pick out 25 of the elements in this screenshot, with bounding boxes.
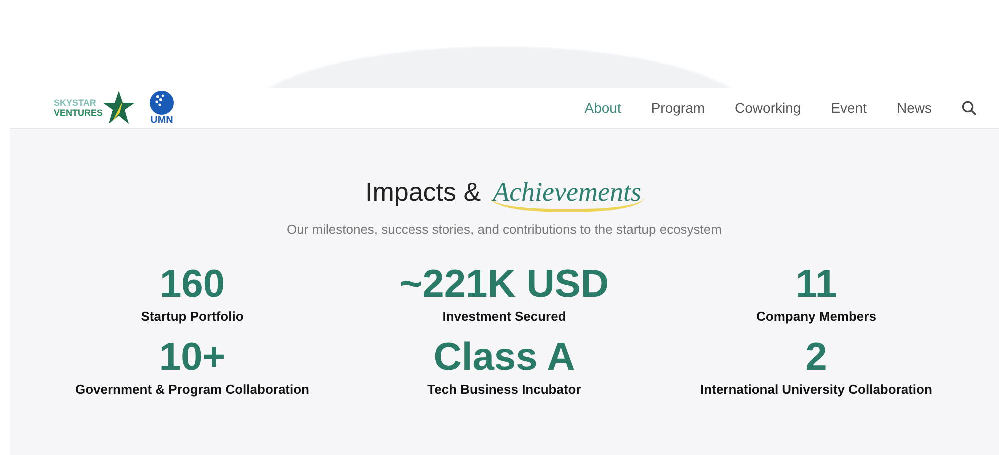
brand-wordmark: SKYSTAR VENTURES: [54, 98, 104, 118]
stat-value: 160: [160, 263, 226, 307]
nav-link[interactable]: Event: [831, 100, 867, 116]
brand-wordmark: UMN: [150, 116, 174, 126]
stat-value: 10+: [159, 336, 226, 380]
stat-label: Startup Portfolio: [141, 309, 244, 324]
stat-value: ~221K USD: [400, 263, 610, 307]
stat-label: Company Members: [756, 309, 876, 324]
stat-label: International University Collaboration: [700, 382, 932, 397]
section-subtitle: Our milestones, success stories, and contributions to the startup ecosystem: [287, 222, 722, 237]
nav-link[interactable]: Program: [651, 100, 706, 116]
stat-value: Class A: [434, 336, 576, 380]
stat-value: 2: [806, 336, 828, 380]
star-icon: [103, 91, 136, 125]
stat-value: 11: [796, 263, 838, 307]
section-title: Impacts &: [365, 177, 482, 208]
nav-link[interactable]: News: [896, 100, 932, 116]
stat-label: Government & Program Collaboration: [75, 382, 310, 397]
stat-label: Investment Secured: [442, 309, 566, 324]
globe-icon: [149, 90, 176, 114]
search-icon[interactable]: [962, 100, 977, 116]
section-title-accent: Achievements: [491, 177, 644, 212]
stat-label: Tech Business Incubator: [428, 382, 582, 397]
nav-link[interactable]: About: [584, 100, 622, 116]
nav-link[interactable]: Coworking: [735, 100, 802, 116]
